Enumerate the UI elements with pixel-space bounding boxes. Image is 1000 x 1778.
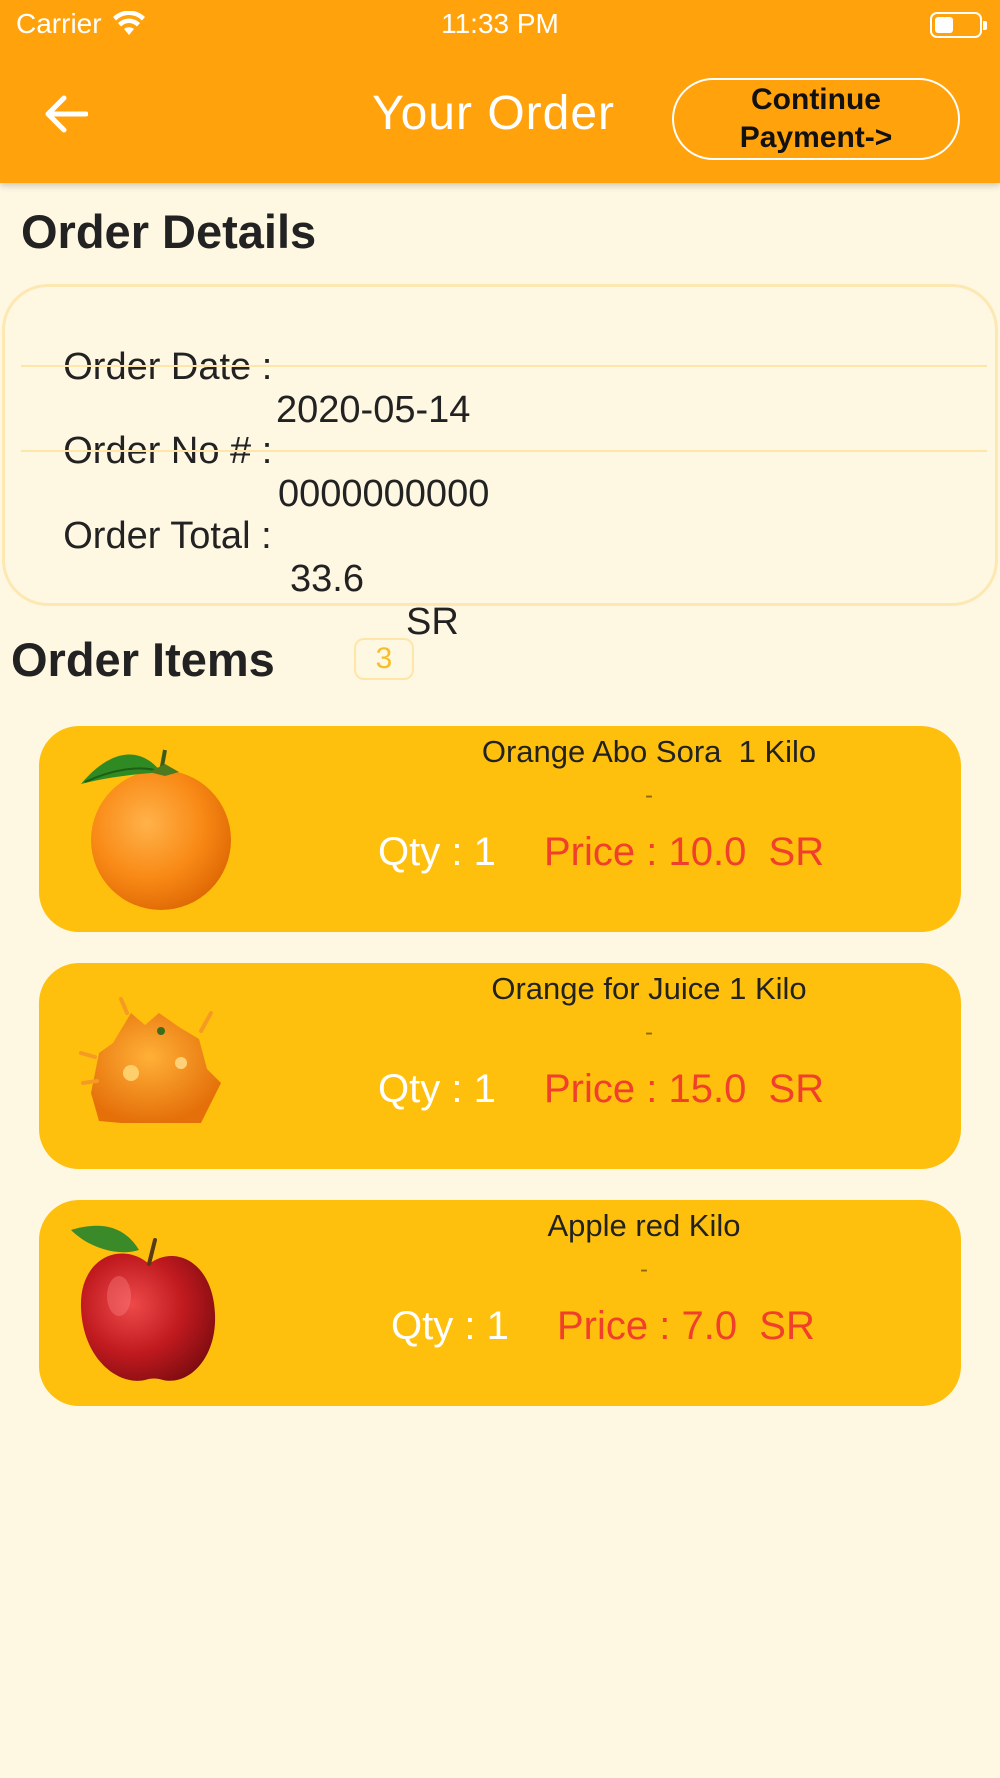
item-subtitle: - [645,1019,653,1046]
divider [21,365,987,367]
arrow-left-icon [45,95,88,133]
items-count-badge: 3 [354,638,414,680]
order-item-card[interactable]: Apple red Kilo - Qty : 1 Price : 7.0 SR [39,1200,961,1406]
item-quantity: Qty : 1 [378,830,496,874]
order-number-value: 0000000000 [278,473,490,515]
apple-icon [71,1225,216,1381]
item-subtitle: - [645,782,653,809]
order-date-value: 2020-05-14 [276,389,471,431]
divider [21,450,987,452]
order-details-card: Order Date : 2020-05-14 Order No # : 000… [2,284,998,643]
order-total-value: 33.6 [290,558,364,600]
order-item-card[interactable]: Orange for Juice 1 Kilo - Qty : 1 Price … [39,963,961,1169]
item-price: Price : 7.0 SR [557,1304,815,1348]
item-name: Orange Abo Sora 1 Kilo [481,734,817,769]
order-item-card[interactable]: Orange Abo Sora 1 Kilo - Qty : 1 Price :… [39,726,961,932]
page-title: Your Order [372,87,616,140]
orange-icon [81,749,231,910]
item-quantity: Qty : 1 [378,1067,496,1111]
continue-payment-button[interactable]: Continue Payment-> [672,78,960,160]
order-details-title: Order Details [21,205,317,258]
item-subtitle: - [640,1256,648,1283]
item-name: Apple red Kilo [547,1208,741,1243]
juice-orange-icon [79,997,221,1127]
status-time: 11:33 PM [441,8,559,39]
back-button[interactable] [40,88,92,140]
order-total-currency: SR [406,601,459,643]
continue-payment-label: Continue Payment-> [739,83,893,154]
order-items-title: Order Items [11,633,275,686]
item-price: Price : 15.0 SR [544,1067,825,1111]
item-name: Orange for Juice 1 Kilo [491,971,807,1006]
order-total-label: Order Total : [63,515,272,557]
item-price: Price : 10.0 SR [544,830,825,874]
app-header: Carrier 11:33 PM Your Order Continue Pay… [0,0,1000,183]
battery-icon [930,12,987,38]
item-quantity: Qty : 1 [391,1304,509,1348]
order-date-label: Order Date : [63,346,273,388]
